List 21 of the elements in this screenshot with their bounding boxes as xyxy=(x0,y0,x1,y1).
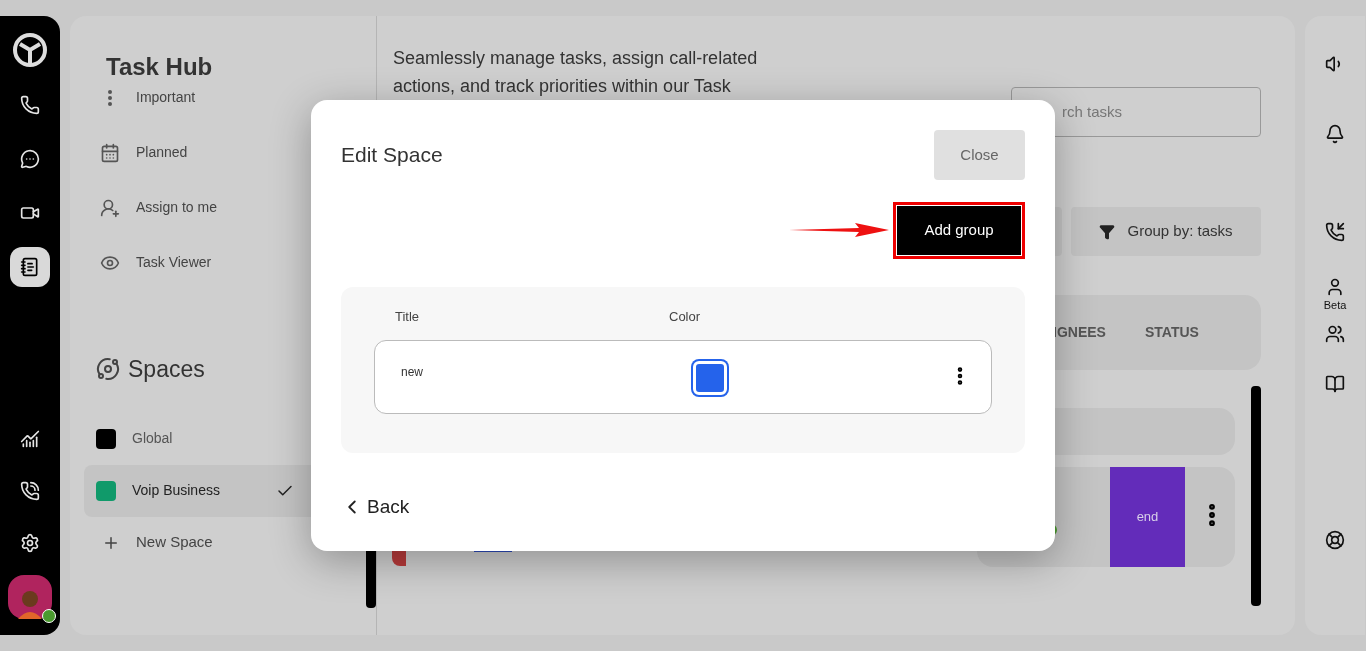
add-group-button[interactable]: Add group xyxy=(897,205,1021,255)
sidebar-item[interactable]: Important xyxy=(96,90,366,125)
column-header: Color xyxy=(669,308,701,326)
sidebar-item[interactable]: Task Viewer xyxy=(96,235,366,285)
column-header: STATUS xyxy=(1145,323,1199,342)
space-name: Global xyxy=(132,429,174,448)
column-header: Title xyxy=(394,308,421,326)
close-button[interactable]: Close xyxy=(934,130,1025,180)
description-text: Seamlessly manage tasks, assign call-related xyxy=(393,47,759,70)
column-header: IGNEES xyxy=(1053,323,1106,342)
sidebar-title: Task Hub xyxy=(106,52,214,82)
status-cell: end xyxy=(1110,467,1185,567)
spaces-title: Spaces xyxy=(128,355,205,384)
sidebar-item[interactable]: Assign to me xyxy=(96,180,366,235)
rail-button[interactable]: Beta xyxy=(1323,277,1347,314)
dialog-title: Edit Space xyxy=(341,142,443,169)
group-by-button[interactable]: Group by: tasks xyxy=(1071,207,1261,256)
space-item[interactable]: Global xyxy=(84,412,366,465)
description-text: actions, and track priorities within our Task xyxy=(393,75,732,98)
space-name: Voip Business xyxy=(132,481,221,500)
group-title: new xyxy=(401,363,424,381)
